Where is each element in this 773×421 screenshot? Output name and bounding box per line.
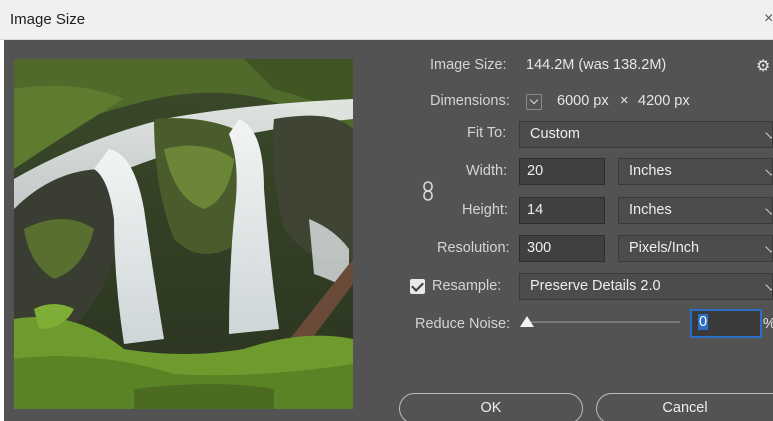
fit-to-select[interactable]: Custom [519, 121, 773, 148]
resolution-value: 300 [527, 240, 552, 256]
fit-to-label: Fit To: [467, 125, 507, 141]
resample-value: Preserve Details 2.0 [530, 278, 661, 294]
height-input[interactable]: 14 [519, 197, 605, 224]
window-title: Image Size [10, 11, 86, 28]
width-input[interactable]: 20 [519, 158, 605, 185]
chevron-down-icon [765, 127, 772, 139]
title-bar: Image Size × [0, 0, 773, 40]
chevron-down-icon [765, 203, 772, 215]
height-label: Height: [462, 202, 508, 218]
dimensions-label: Dimensions: [430, 93, 510, 109]
reduce-noise-label: Reduce Noise: [415, 316, 511, 332]
resolution-unit-value: Pixels/Inch [629, 240, 700, 256]
resample-checkbox[interactable] [410, 279, 425, 294]
close-icon[interactable]: × [764, 10, 773, 28]
dimensions-separator: × [620, 93, 629, 109]
resolution-input[interactable]: 300 [519, 235, 605, 262]
resample-label: Resample: [432, 278, 502, 294]
resolution-unit-select[interactable]: Pixels/Inch [618, 235, 773, 262]
image-size-value: 144.2M (was 138.2M) [526, 57, 667, 73]
width-value: 20 [527, 163, 544, 179]
cancel-button[interactable]: Cancel [596, 393, 773, 421]
width-unit-select[interactable]: Inches [618, 158, 773, 185]
waterfall-photo [14, 59, 353, 409]
chain-link-icon[interactable] [422, 181, 434, 201]
resample-select[interactable]: Preserve Details 2.0 [519, 273, 773, 300]
resolution-label: Resolution: [437, 240, 510, 256]
height-unit-select[interactable]: Inches [618, 197, 773, 224]
dimensions-width: 6000 px [557, 93, 609, 109]
chevron-down-icon [765, 279, 772, 291]
dimensions-height: 4200 px [638, 93, 690, 109]
reduce-noise-input[interactable]: 0 [691, 310, 761, 337]
reduce-noise-unit: % [763, 316, 773, 332]
reduce-noise-slider-thumb[interactable] [520, 316, 534, 327]
image-size-dialog: Image Size: 144.2M (was 138.2M) ⚙ Dimens… [4, 40, 773, 421]
image-preview[interactable] [14, 59, 353, 409]
chevron-down-icon [765, 164, 772, 176]
image-size-label: Image Size: [430, 57, 507, 73]
ok-button[interactable]: OK [399, 393, 583, 421]
gear-icon[interactable]: ⚙ [756, 56, 770, 76]
chevron-down-icon [765, 241, 772, 253]
width-label: Width: [466, 163, 508, 179]
reduce-noise-slider-track[interactable] [528, 321, 680, 323]
reduce-noise-value: 0 [698, 314, 709, 330]
height-value: 14 [527, 202, 544, 218]
fit-to-value: Custom [530, 126, 580, 142]
chevron-down-icon[interactable] [526, 94, 542, 110]
width-unit-value: Inches [629, 163, 672, 179]
height-unit-value: Inches [629, 202, 672, 218]
